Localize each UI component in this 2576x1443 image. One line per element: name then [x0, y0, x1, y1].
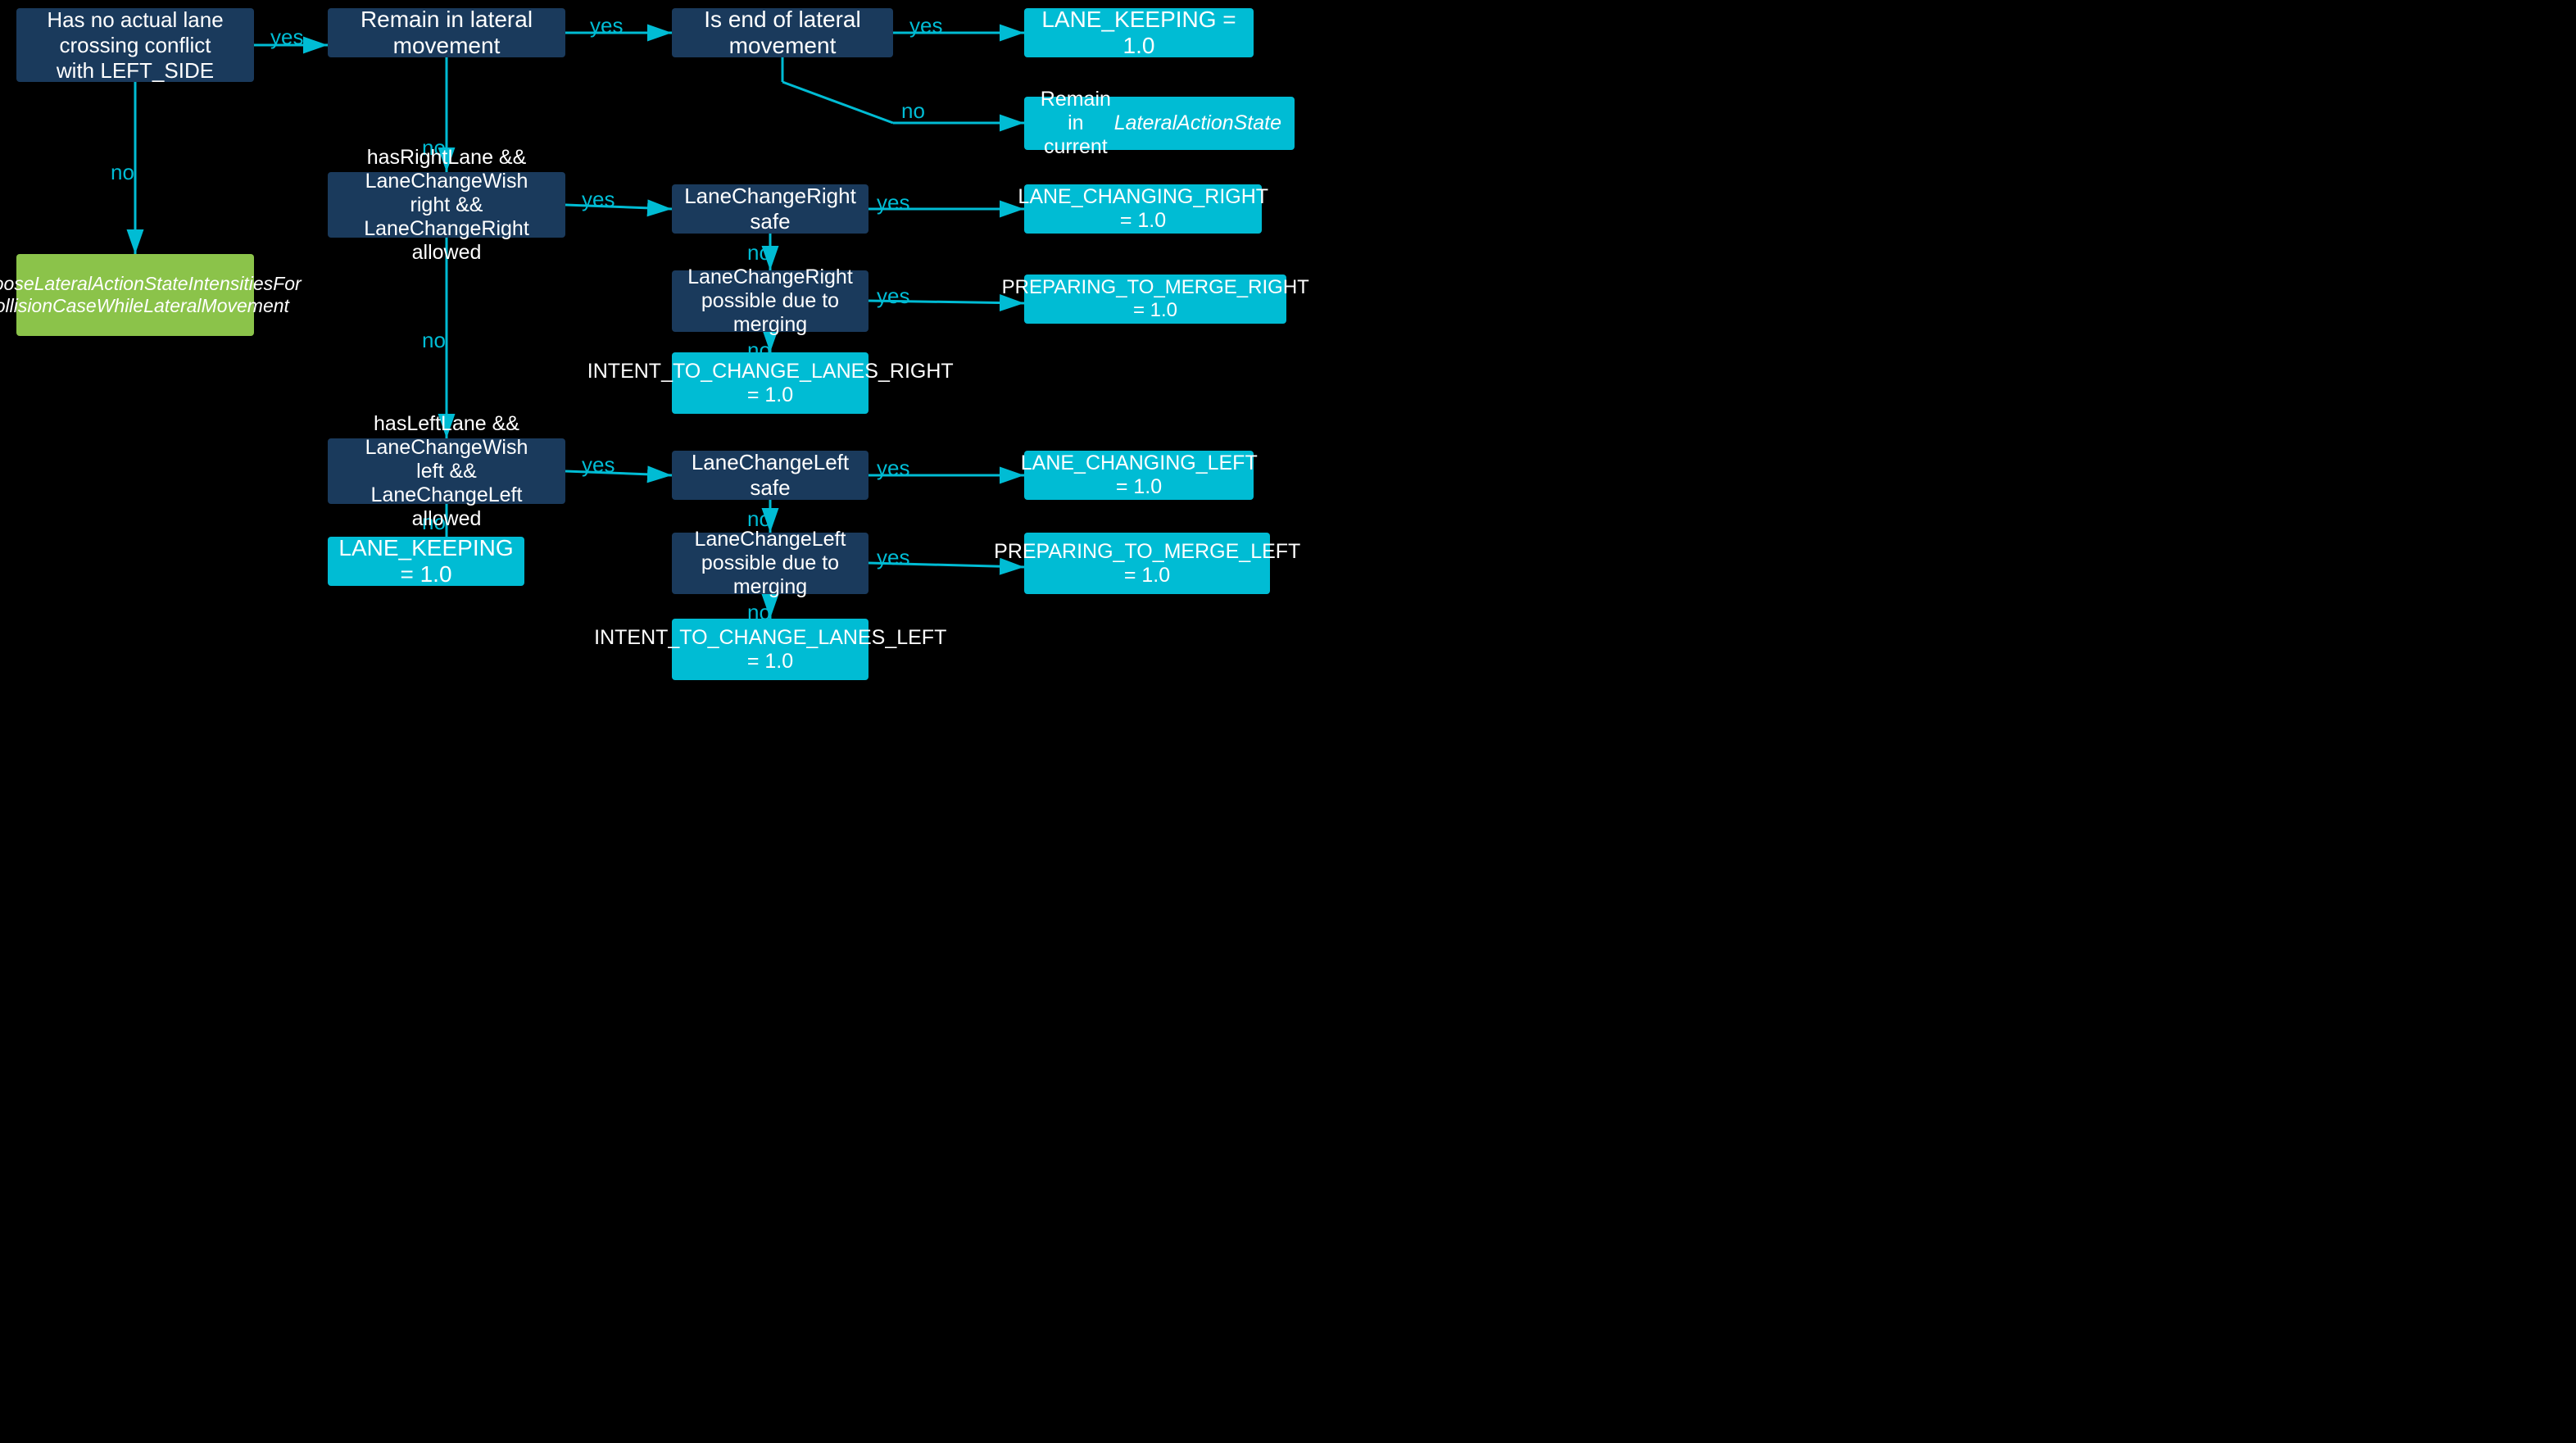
preparing-merge-right-node: PREPARING_TO_MERGE_RIGHT = 1.0: [1024, 275, 1286, 324]
has-left-lane-node: hasLeftLane && LaneChangeWishleft && Lan…: [328, 438, 565, 504]
label-no-2: no: [111, 160, 134, 185]
label-yes-5: yes: [877, 190, 909, 216]
label-no-4: no: [747, 240, 771, 265]
lane-change-left-possible-node: LaneChangeLeft possible due to merging: [672, 533, 868, 594]
lane-changing-left-node: LANE_CHANGING_LEFT = 1.0: [1024, 451, 1254, 500]
label-yes-2: yes: [590, 13, 623, 39]
label-no-1: no: [901, 98, 925, 124]
has-no-conflict-node: Has no actual lane crossing conflictwith…: [16, 8, 254, 82]
label-no-6: no: [422, 328, 446, 353]
lane-keeping-bottom-node: LANE_KEEPING = 1.0: [328, 537, 524, 586]
has-right-lane-node: hasRightLane && LaneChangeWishright && L…: [328, 172, 565, 238]
collision-case-node: ChooseLateralActionStateIntensitiesForCo…: [16, 254, 254, 336]
lane-change-right-possible-node: LaneChangeRight possible due to merging: [672, 270, 868, 332]
intent-left-node: INTENT_TO_CHANGE_LANES_LEFT = 1.0: [672, 619, 868, 680]
label-yes-9: yes: [877, 545, 909, 570]
label-yes-4: yes: [582, 187, 615, 212]
intent-right-node: INTENT_TO_CHANGE_LANES_RIGHT = 1.0: [672, 352, 868, 414]
lane-change-left-safe-node: LaneChangeLeft safe: [672, 451, 868, 500]
label-yes-8: yes: [877, 456, 909, 481]
lane-keeping-top-node: LANE_KEEPING = 1.0: [1024, 8, 1254, 57]
label-yes-6: yes: [877, 284, 909, 309]
lane-change-right-safe-node: LaneChangeRight safe: [672, 184, 868, 234]
label-yes-7: yes: [582, 452, 615, 478]
lane-changing-right-node: LANE_CHANGING_RIGHT = 1.0: [1024, 184, 1262, 234]
remain-lateral-node: Remain in lateral movement: [328, 8, 565, 57]
label-yes-3: yes: [909, 13, 942, 39]
remain-current-node: Remain in current LateralActionState: [1024, 97, 1295, 150]
label-yes-1: yes: [270, 25, 303, 50]
preparing-merge-left-node: PREPARING_TO_MERGE_LEFT = 1.0: [1024, 533, 1270, 594]
is-end-lateral-node: Is end of lateral movement: [672, 8, 893, 57]
